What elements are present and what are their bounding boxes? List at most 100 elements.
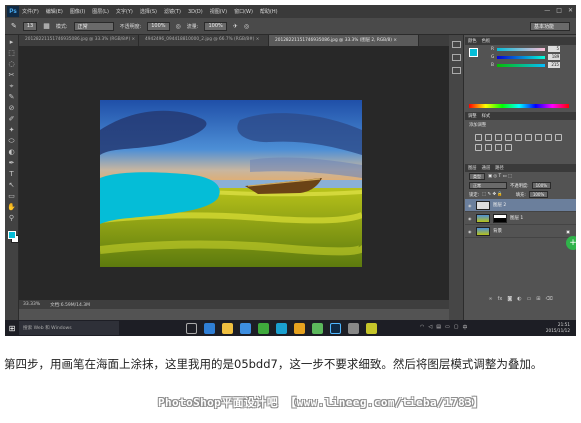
zoom-level[interactable]: 33.33% (23, 302, 40, 307)
maximize-icon[interactable]: □ (556, 7, 562, 14)
volume-icon[interactable]: ◁ (428, 324, 432, 331)
tab-channels[interactable]: 通道 (482, 165, 491, 171)
layer-opacity-field[interactable]: 100% (531, 182, 552, 189)
tab-color[interactable]: 颜色 (468, 38, 477, 44)
tab-paths[interactable]: 路径 (495, 165, 504, 171)
lock-icons[interactable]: ⬚ ✎ ✥ 🔒 (482, 192, 503, 197)
foreground-color-swatch[interactable] (7, 231, 16, 239)
tab-styles[interactable]: 样式 (482, 113, 491, 119)
menu-window[interactable]: 窗口(W) (234, 8, 253, 15)
eraser-tool-icon[interactable]: ✦ (7, 126, 16, 135)
color-balance-icon[interactable] (535, 134, 542, 141)
layer-row[interactable]: ◉ 图层 2 (465, 199, 576, 212)
gradient-tool-icon[interactable]: ⬭ (7, 137, 16, 146)
mode-select[interactable]: 正常 (73, 21, 114, 31)
menu-3d[interactable]: 3D(D) (188, 9, 203, 15)
brightness-icon[interactable] (475, 134, 482, 141)
minimize-icon[interactable]: — (544, 7, 550, 14)
marquee-tool-icon[interactable]: ⬚ (7, 49, 16, 58)
crop-tool-icon[interactable]: ✂ (7, 71, 16, 80)
pressure-opacity-icon[interactable]: ◎ (176, 23, 181, 30)
brush-size-picker[interactable]: 13 (22, 21, 38, 31)
close-icon[interactable]: ✕ (568, 7, 573, 14)
menu-select[interactable]: 选择(S) (140, 8, 157, 15)
edge-icon[interactable] (204, 322, 215, 334)
tab-layers[interactable]: 图层 (468, 165, 477, 171)
notification-icon[interactable]: ▢ (454, 324, 459, 331)
menu-file[interactable]: 文件(F) (22, 8, 39, 15)
red-value[interactable]: 5 (548, 46, 560, 52)
store-icon[interactable] (240, 322, 251, 334)
curves-icon[interactable] (495, 134, 502, 141)
taskbar-search[interactable]: 搜索 Web 和 Windows (19, 321, 119, 335)
hand-tool-icon[interactable]: ✋ (7, 203, 16, 212)
windows-start-icon[interactable]: ⊞ (5, 321, 19, 335)
app-icon[interactable] (348, 322, 359, 334)
green-slider[interactable] (497, 55, 546, 59)
levels-icon[interactable] (485, 134, 492, 141)
menu-edit[interactable]: 编辑(E) (46, 8, 63, 15)
exposure-icon[interactable] (505, 134, 512, 141)
tab-swatches[interactable]: 色板 (482, 38, 491, 44)
properties-panel-icon[interactable] (451, 54, 461, 61)
actions-panel-icon[interactable] (451, 67, 461, 74)
lasso-tool-icon[interactable]: ◌ (7, 60, 16, 69)
history-panel-icon[interactable] (451, 41, 461, 48)
menu-help[interactable]: 帮助(H) (260, 8, 278, 15)
taskbar-clock[interactable]: 21:51 2015/11/12 (546, 322, 570, 334)
adjustment-layer-icon[interactable]: ◐ (517, 296, 521, 305)
green-value[interactable]: 189 (548, 54, 561, 60)
blue-slider[interactable] (496, 63, 545, 67)
opacity-field[interactable]: 100% (147, 21, 170, 31)
menu-image[interactable]: 图像(I) (70, 8, 85, 15)
shape-tool-icon[interactable]: ▭ (7, 192, 16, 201)
fx-icon[interactable]: fx (498, 296, 503, 305)
layer-row[interactable]: ◉ 背景 ▣ (465, 225, 576, 238)
fill-field[interactable]: 100% (528, 191, 549, 198)
red-slider[interactable] (497, 47, 545, 51)
group-icon[interactable]: ▭ (527, 296, 532, 305)
blend-mode-select[interactable]: 正常 (469, 182, 507, 189)
airbrush-icon[interactable]: ✈ (233, 23, 238, 30)
channel-mixer-icon[interactable] (475, 144, 482, 151)
tab-document-2[interactable]: 4942496_094418810000_2.jpg @ 66.7% (RGB/… (139, 35, 269, 46)
layer-row[interactable]: ◉ 图层 1 (465, 212, 576, 225)
trash-icon[interactable]: ⌫ (546, 296, 553, 305)
image-canvas[interactable] (100, 100, 362, 267)
dodge-tool-icon[interactable]: ◐ (7, 148, 16, 157)
color-spectrum[interactable] (469, 104, 569, 108)
invert-icon[interactable] (485, 144, 492, 151)
move-tool-icon[interactable]: ▸ (7, 38, 16, 47)
task-view-icon[interactable] (186, 322, 197, 334)
zoom-tool-icon[interactable]: ⚲ (7, 214, 16, 223)
wifi-icon[interactable]: ◠ (420, 324, 424, 331)
history-brush-tool-icon[interactable]: ✐ (7, 115, 16, 124)
eye-icon[interactable]: ◉ (468, 216, 473, 221)
link-icon[interactable]: ∞ (488, 296, 492, 305)
new-layer-icon[interactable]: ⊞ (536, 296, 540, 305)
network-icon[interactable]: ▤ (436, 324, 441, 331)
black-white-icon[interactable] (545, 134, 552, 141)
brush-tool-icon[interactable]: ✎ (11, 22, 17, 30)
flow-field[interactable]: 100% (204, 21, 227, 31)
menu-type[interactable]: 文字(Y) (116, 8, 133, 15)
tab-adjustments[interactable]: 调整 (468, 113, 477, 119)
tab-document-3[interactable]: 20128221151746935086.jpg @ 33.3% (图层 2, … (269, 35, 419, 46)
filter-icons[interactable]: ▣ ◎ T ▭ ⬚ (488, 174, 512, 179)
menu-filter[interactable]: 滤镜(T) (164, 8, 181, 15)
photo-filter-icon[interactable] (555, 134, 562, 141)
panel-foreground-swatch[interactable] (469, 48, 478, 57)
hue-saturation-icon[interactable] (525, 134, 532, 141)
explorer-icon[interactable] (222, 322, 233, 334)
clone-tool-icon[interactable]: ⊘ (7, 104, 16, 113)
type-tool-icon[interactable]: T (7, 170, 16, 179)
eyedropper-tool-icon[interactable]: ⌖ (7, 82, 16, 91)
brush-tool-icon[interactable]: ✎ (7, 93, 16, 102)
menu-layer[interactable]: 图层(L) (92, 8, 109, 15)
battery-icon[interactable]: ▭ (445, 324, 450, 331)
pen-tool-icon[interactable]: ✒ (7, 159, 16, 168)
brush-panel-icon[interactable]: ▦ (43, 22, 50, 30)
threshold-icon[interactable] (505, 144, 512, 151)
app-icon[interactable] (366, 322, 377, 334)
eye-icon[interactable]: ◉ (468, 229, 473, 234)
